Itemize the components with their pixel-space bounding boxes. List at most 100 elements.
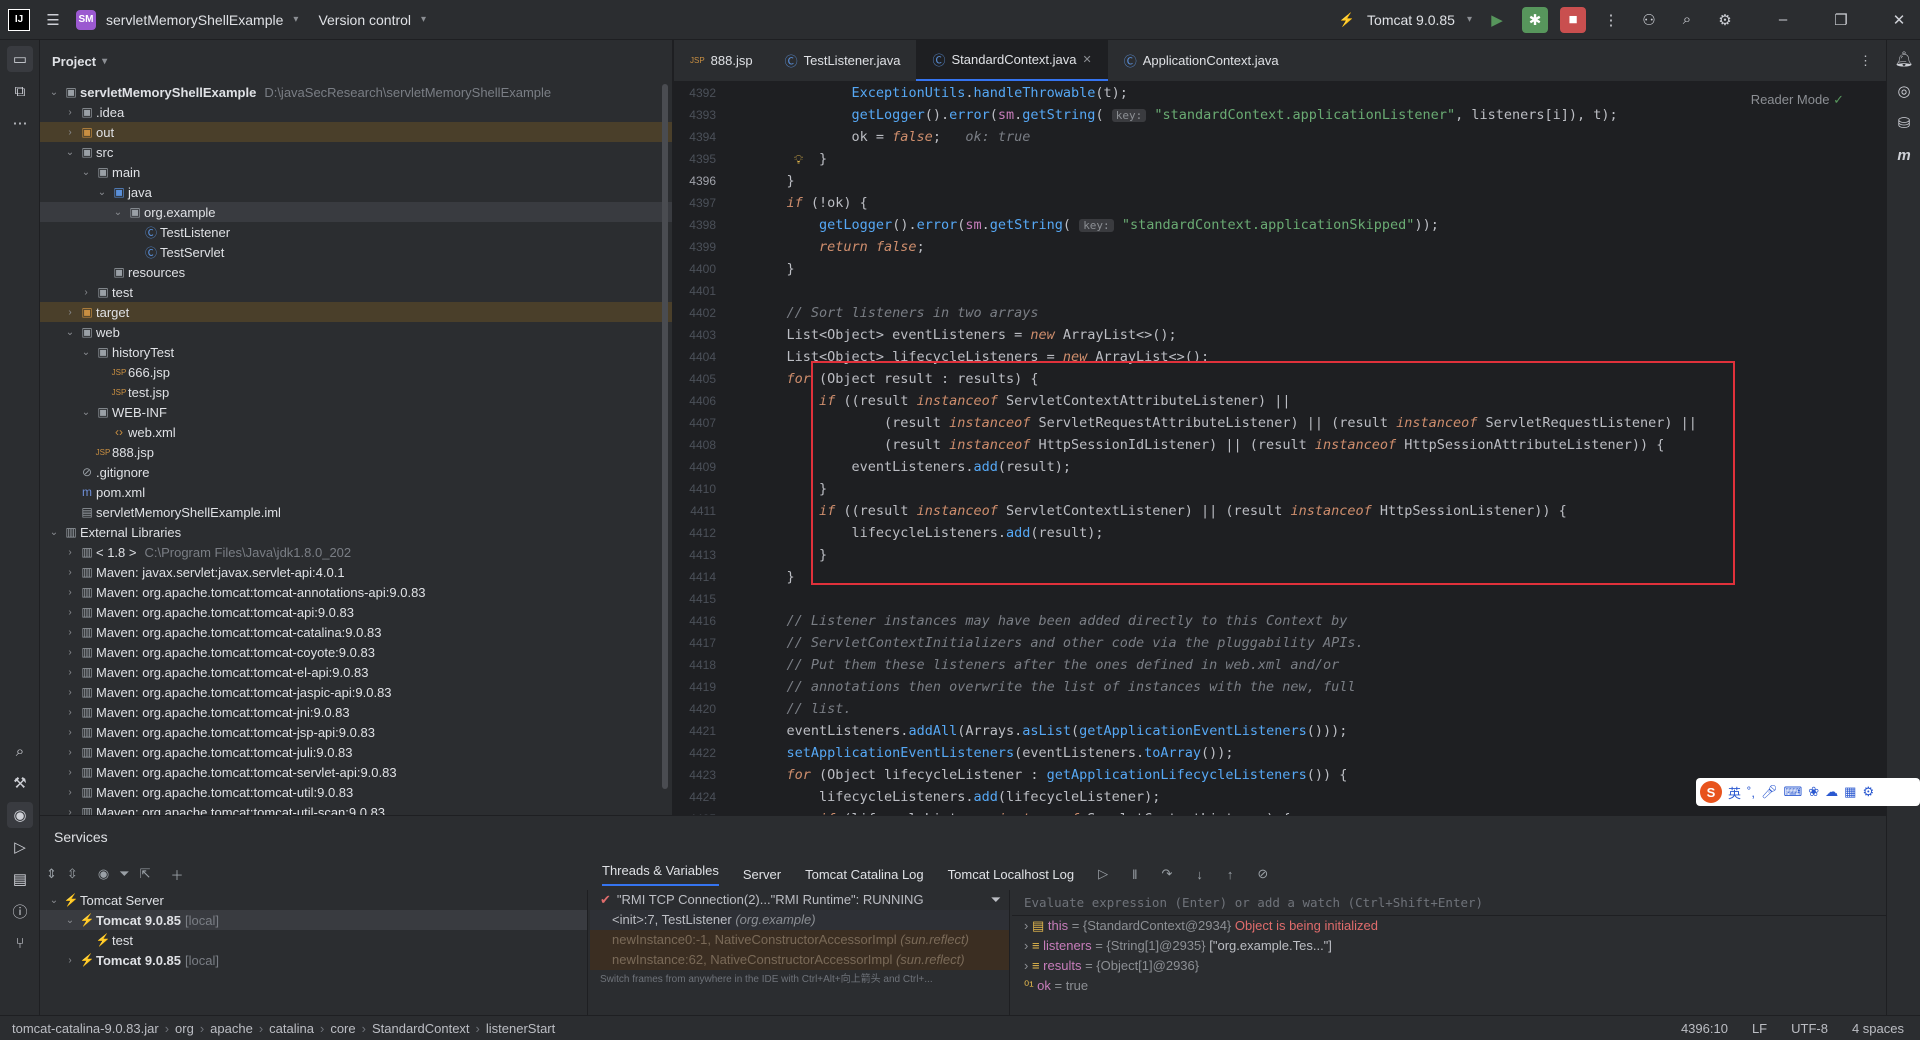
chevron-down-icon[interactable]: ⌄ <box>78 407 94 418</box>
thread-selector[interactable]: ✔ "RMI TCP Connection(2)..."RMI Runtime"… <box>590 890 1009 910</box>
editor-tab[interactable]: JSP 888.jsp <box>674 40 769 81</box>
search-icon[interactable]: ⌕ <box>1674 7 1700 33</box>
tree-item[interactable]: ⌄ ▣ web <box>40 322 672 342</box>
tree-item[interactable]: m pom.xml <box>40 482 672 502</box>
services-tool-icon[interactable]: ◉ <box>7 802 33 828</box>
project-panel-header[interactable]: Project ▾ <box>40 40 672 82</box>
filter-icon[interactable]: ⏷ <box>991 890 1001 910</box>
editor-tab[interactable]: Ⓒ StandardContext.java ✕ <box>916 40 1108 81</box>
tree-item[interactable]: › ▣ .idea <box>40 102 672 122</box>
variable-row[interactable]: › ▤ this = {StandardContext@2934} Object… <box>1012 916 1886 936</box>
expand-all-icon[interactable]: ⇕ <box>46 866 57 882</box>
tree-item[interactable]: › ▥ Maven: org.apache.tomcat:tomcat-jaspic… <box>40 682 672 702</box>
variable-row[interactable]: ⁰¹ ok = true <box>1012 976 1886 996</box>
service-item[interactable]: › ⚡ Tomcat 9.0.85 [local] <box>40 950 587 970</box>
chevron-right-icon[interactable]: › <box>62 127 78 138</box>
debug-tab[interactable]: Tomcat Localhost Log <box>948 867 1074 882</box>
debug-tab[interactable]: Server <box>743 867 781 882</box>
run-config-selector[interactable]: Tomcat 9.0.85 <box>1367 12 1455 28</box>
notifications-icon[interactable]: 🔔︎ <box>1891 46 1917 72</box>
code-line[interactable]: } <box>754 148 1804 170</box>
maven-icon[interactable]: m <box>1891 142 1917 168</box>
code-line[interactable]: // list. <box>754 698 1804 720</box>
tree-item[interactable]: ⌄ ▣ servletMemoryShellExample D:\javaSecRes… <box>40 82 672 102</box>
chevron-right-icon[interactable]: › <box>1024 918 1032 933</box>
code-line[interactable]: getLogger().error(sm.getString( key: "st… <box>754 104 1804 126</box>
tree-item[interactable]: › ▥ Maven: org.apache.tomcat:tomcat-catali… <box>40 622 672 642</box>
chevron-down-icon[interactable]: ⌄ <box>62 147 78 158</box>
step-out-icon[interactable]: ↑ <box>1227 867 1234 882</box>
editor-tab[interactable]: Ⓒ ApplicationContext.java <box>1108 40 1295 81</box>
project-name[interactable]: servletMemoryShellExample <box>106 12 283 28</box>
code-line[interactable] <box>754 280 1804 302</box>
chevron-down-icon[interactable]: ⌄ <box>46 895 62 906</box>
tree-item[interactable]: ▣ resources <box>40 262 672 282</box>
debug-tab[interactable]: Threads & Variables <box>602 863 719 886</box>
tree-item[interactable]: › ▥ Maven: org.apache.tomcat:tomcat-juli:9… <box>40 742 672 762</box>
minimize-icon[interactable]: – <box>1770 7 1796 33</box>
more-tools-icon[interactable]: ⋯ <box>7 110 33 136</box>
tree-item[interactable]: ⌄ ▣ main <box>40 162 672 182</box>
tree-item[interactable]: › ▥ Maven: org.apache.tomcat:tomcat-util:9… <box>40 782 672 802</box>
stack-frame[interactable]: newInstance0:-1, NativeConstructorAccess… <box>590 930 1009 950</box>
breadcrumb-item[interactable]: apache <box>210 1021 253 1036</box>
apps-icon[interactable]: ▦ <box>1844 784 1856 800</box>
breadcrumb-item[interactable]: listenerStart <box>486 1021 555 1036</box>
step-over-icon[interactable]: ↷ <box>1161 866 1172 882</box>
code-line[interactable]: // annotations then overwrite the list o… <box>754 676 1804 698</box>
find-tool-icon[interactable]: ⌕ <box>7 738 33 764</box>
editor-tab[interactable]: Ⓒ TestListener.java <box>769 40 917 81</box>
filter-icon[interactable]: ⏷ <box>119 866 129 882</box>
more-icon[interactable]: ⋮ <box>1598 7 1624 33</box>
chevron-right-icon[interactable]: › <box>62 667 78 678</box>
caret-position[interactable]: 4396:10 <box>1681 1021 1728 1036</box>
tree-item[interactable]: ▤ servletMemoryShellExample.iml <box>40 502 672 522</box>
build-tool-icon[interactable]: ⚒ <box>7 770 33 796</box>
resume-icon[interactable]: ▷ <box>1098 866 1108 882</box>
chevron-right-icon[interactable]: › <box>62 607 78 618</box>
more-icon[interactable]: ⋮ <box>1845 40 1886 81</box>
tree-item[interactable]: ‹› web.xml <box>40 422 672 442</box>
project-scrollbar[interactable] <box>662 84 668 789</box>
tree-item[interactable]: › ▥ Maven: org.apache.tomcat:tomcat-jni:9.… <box>40 702 672 722</box>
collapse-all-icon[interactable]: ⇳ <box>67 866 78 882</box>
service-item[interactable]: ⌄ ⚡ Tomcat 9.0.85 [local] <box>40 910 587 930</box>
stack-frame[interactable]: newInstance:62, NativeConstructorAccesso… <box>590 950 1009 970</box>
chevron-right-icon[interactable]: › <box>62 727 78 738</box>
tree-item[interactable]: ⌄ ▥ External Libraries <box>40 522 672 542</box>
code-line[interactable]: // ServletContextInitializers and other … <box>754 632 1804 654</box>
code-line[interactable]: lifecycleListeners.add(lifecycleListener… <box>754 786 1804 808</box>
tree-item[interactable]: › ▥ Maven: javax.servlet:javax.servlet-api… <box>40 562 672 582</box>
tree-item[interactable]: › ▣ test <box>40 282 672 302</box>
code-line[interactable]: // Listener instances may have been adde… <box>754 610 1804 632</box>
tree-item[interactable]: › ▣ out <box>40 122 672 142</box>
chevron-down-icon[interactable]: ⌄ <box>94 187 110 198</box>
chevron-down-icon[interactable]: ⌄ <box>78 347 94 358</box>
tree-item[interactable]: JSP 666.jsp <box>40 362 672 382</box>
breadcrumb-item[interactable]: StandardContext <box>372 1021 470 1036</box>
code-line[interactable]: ExceptionUtils.handleThrowable(t); <box>754 82 1804 104</box>
breadcrumb-item[interactable]: org <box>175 1021 194 1036</box>
structure-tool-icon[interactable]: ⧉ <box>7 78 33 104</box>
code-line[interactable]: // Put them these listeners after the on… <box>754 654 1804 676</box>
reader-mode-toggle[interactable]: Reader Mode ✓ <box>1751 92 1844 108</box>
maximize-icon[interactable]: ❐ <box>1828 7 1854 33</box>
chevron-down-icon[interactable]: ⌄ <box>62 915 78 926</box>
line-separator[interactable]: LF <box>1752 1021 1767 1036</box>
run-tool-icon[interactable]: ▷ <box>7 834 33 860</box>
code-line[interactable]: eventListeners.addAll(Arrays.asList(getA… <box>754 720 1804 742</box>
eye-icon[interactable]: ◉ <box>98 866 109 882</box>
cloud-icon[interactable]: ☁ <box>1825 784 1838 800</box>
ime-toolbar[interactable]: S 英 ˚, 🎤︎ ⌨ ❀ ☁ ▦ ⚙ <box>1696 778 1920 806</box>
tree-item[interactable]: ⌄ ▣ java <box>40 182 672 202</box>
tree-item[interactable]: › ▥ Maven: org.apache.tomcat:tomcat-annota… <box>40 582 672 602</box>
chevron-right-icon[interactable]: › <box>62 787 78 798</box>
jump-icon[interactable]: ⇱ <box>140 866 151 882</box>
close-icon[interactable]: ✕ <box>1083 53 1092 66</box>
ime-language[interactable]: 英 <box>1728 783 1741 802</box>
code-line[interactable]: if (!ok) { <box>754 192 1804 214</box>
tree-item[interactable]: › ▥ Maven: org.apache.tomcat:tomcat-api:9.… <box>40 602 672 622</box>
chevron-down-icon[interactable]: ⌄ <box>110 207 126 218</box>
tree-item[interactable]: ⌄ ▣ src <box>40 142 672 162</box>
indent-setting[interactable]: 4 spaces <box>1852 1021 1904 1036</box>
